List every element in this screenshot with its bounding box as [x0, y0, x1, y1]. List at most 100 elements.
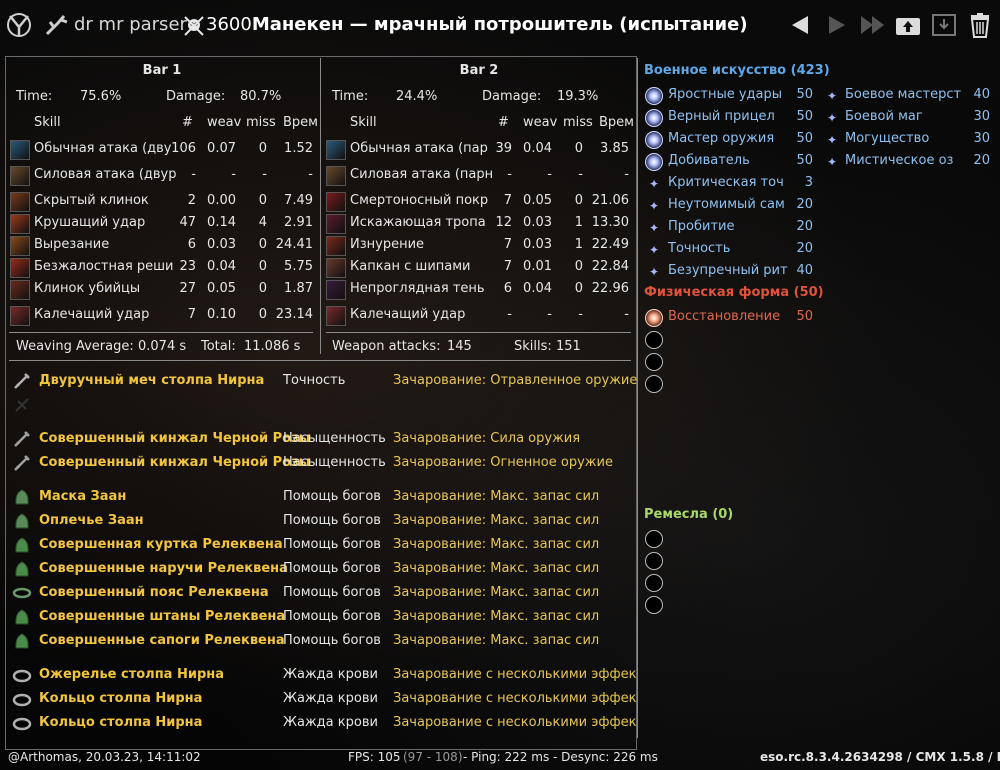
bar1-title: Bar 1: [142, 63, 182, 78]
skill-time: 1.87: [284, 281, 313, 296]
item-name: Кольцо столпа Нирна: [39, 691, 203, 706]
skill-icon: [326, 258, 346, 278]
skill-weave: 0.03: [207, 237, 236, 252]
empty-star-slot-icon[interactable]: [645, 552, 663, 570]
passive-star-icon: ✦: [826, 89, 838, 103]
skill-icon: [326, 214, 346, 234]
fitness-title: Физическая форма (50): [644, 285, 824, 300]
skill-time: 22.84: [591, 259, 629, 274]
star-name: Боевое мастерст: [845, 87, 962, 102]
skill-weave: 0.05: [207, 281, 236, 296]
skill-count: 6: [503, 281, 512, 296]
item-enchant: Зачарование с несколькими эффек: [393, 691, 637, 706]
bar1-weaving-value: 0.074 s: [138, 339, 187, 354]
skill-icon: [10, 214, 30, 234]
item-name: Маска Заан: [39, 489, 127, 504]
skill-miss: 0: [258, 281, 267, 296]
trash-icon[interactable]: [966, 12, 994, 38]
last-fight-button[interactable]: [859, 12, 887, 38]
bar2-col-skill: Skill: [350, 115, 377, 130]
skill-miss: 0: [574, 259, 583, 274]
item-trait: Точность: [283, 373, 346, 388]
skill-miss: 0: [258, 259, 267, 274]
item-enchant: Зачарование: Сила оружия: [393, 431, 581, 446]
skill-icon: [10, 306, 30, 326]
cmx-logo-icon: [7, 13, 31, 37]
skill-icon: [326, 306, 346, 326]
bar1-damage-value: 80.7%: [240, 89, 282, 104]
star-name: Точность: [668, 241, 731, 256]
star-value: 50: [796, 309, 813, 324]
previous-fight-button[interactable]: [786, 12, 814, 38]
skill-time: -: [624, 167, 629, 182]
skill-count: 47: [179, 215, 196, 230]
save-button[interactable]: [930, 12, 958, 38]
title-bar: dr mr parser 3600Манекен — мрачный потро…: [0, 0, 1000, 52]
skill-name: Непроглядная тень: [350, 281, 485, 296]
skill-name: Обычная атака (дву: [34, 141, 172, 156]
skill-miss: -: [262, 167, 267, 182]
item-name: Ожерелье столпа Нирна: [39, 667, 225, 682]
next-fight-button[interactable]: [823, 12, 851, 38]
passive-star-icon: ✦: [648, 177, 660, 191]
item-trait: Насыщенность: [283, 455, 386, 470]
empty-star-slot-icon[interactable]: [645, 596, 663, 614]
empty-slot-icon: [12, 395, 32, 415]
ring-icon: [12, 713, 32, 733]
skill-icon: [326, 166, 346, 186]
skill-count: 2: [187, 193, 196, 208]
skill-icon: [326, 192, 346, 212]
skill-time: -: [308, 167, 313, 182]
upload-button[interactable]: [894, 12, 922, 38]
item-name: Совершенная куртка Релеквена: [39, 537, 283, 552]
skill-name: Скрытый клинок: [34, 193, 149, 208]
empty-star-slot-icon[interactable]: [645, 375, 663, 393]
bar1-col-skill: Skill: [34, 115, 61, 130]
bar2-time-label: Time:: [332, 89, 369, 104]
skill-miss: 0: [258, 141, 267, 156]
skill-weave: 0.00: [207, 193, 236, 208]
craft-title: Ремесла (0): [644, 507, 734, 522]
item-name: Совершенный кинжал Черной Розы: [39, 455, 311, 470]
necklace-icon: [12, 665, 32, 685]
item-enchant: Зачарование: Макс. запас сил: [393, 489, 600, 504]
fps-range: (97 - 108): [403, 750, 463, 764]
skill-count: 23: [179, 259, 196, 274]
skill-miss: 0: [258, 193, 267, 208]
item-enchant: Зачарование с несколькими эффек: [393, 667, 637, 682]
skill-icon: [326, 236, 346, 256]
ring-icon: [12, 689, 32, 709]
skill-miss: 0: [258, 307, 267, 322]
item-name: Совершенный кинжал Черной Розы: [39, 431, 311, 446]
bar1-footer-divider: [9, 332, 313, 333]
empty-star-slot-icon[interactable]: [645, 331, 663, 349]
item-trait: Помощь богов: [283, 513, 381, 528]
skill-weave: 0.04: [523, 141, 552, 156]
item-trait: Помощь богов: [283, 633, 381, 648]
empty-star-slot-icon[interactable]: [645, 574, 663, 592]
skill-count: 39: [495, 141, 512, 156]
bar1-col-count: #: [182, 115, 193, 130]
bar2-col-time: Врем: [599, 115, 634, 130]
item-enchant: Зачарование: Макс. запас сил: [393, 585, 600, 600]
item-name: Оплечье Заан: [39, 513, 144, 528]
helmet-icon: [12, 487, 32, 507]
slotted-star-icon: [645, 131, 663, 149]
skill-count: -: [507, 307, 512, 322]
skill-miss: 1: [574, 237, 583, 252]
passive-star-icon: ✦: [826, 155, 838, 169]
slotted-star-icon: [645, 153, 663, 171]
skill-icon: [326, 280, 346, 300]
item-name: Совершенный пояс Релеквена: [39, 585, 269, 600]
empty-star-slot-icon[interactable]: [645, 530, 663, 548]
item-enchant: Зачарование: Огненное оружие: [393, 455, 613, 470]
slotted-star-icon: [645, 309, 663, 327]
bar2-col-weav: weav: [523, 115, 558, 130]
bar1-col-weav: weav: [207, 115, 242, 130]
bar1-time-label: Time:: [16, 89, 53, 104]
legs-icon: [12, 607, 32, 627]
star-value: 20: [973, 153, 990, 168]
bar1-total-label: Total:: [201, 339, 236, 354]
item-name: Совершенные штаны Релеквена: [39, 609, 286, 624]
empty-star-slot-icon[interactable]: [645, 353, 663, 371]
